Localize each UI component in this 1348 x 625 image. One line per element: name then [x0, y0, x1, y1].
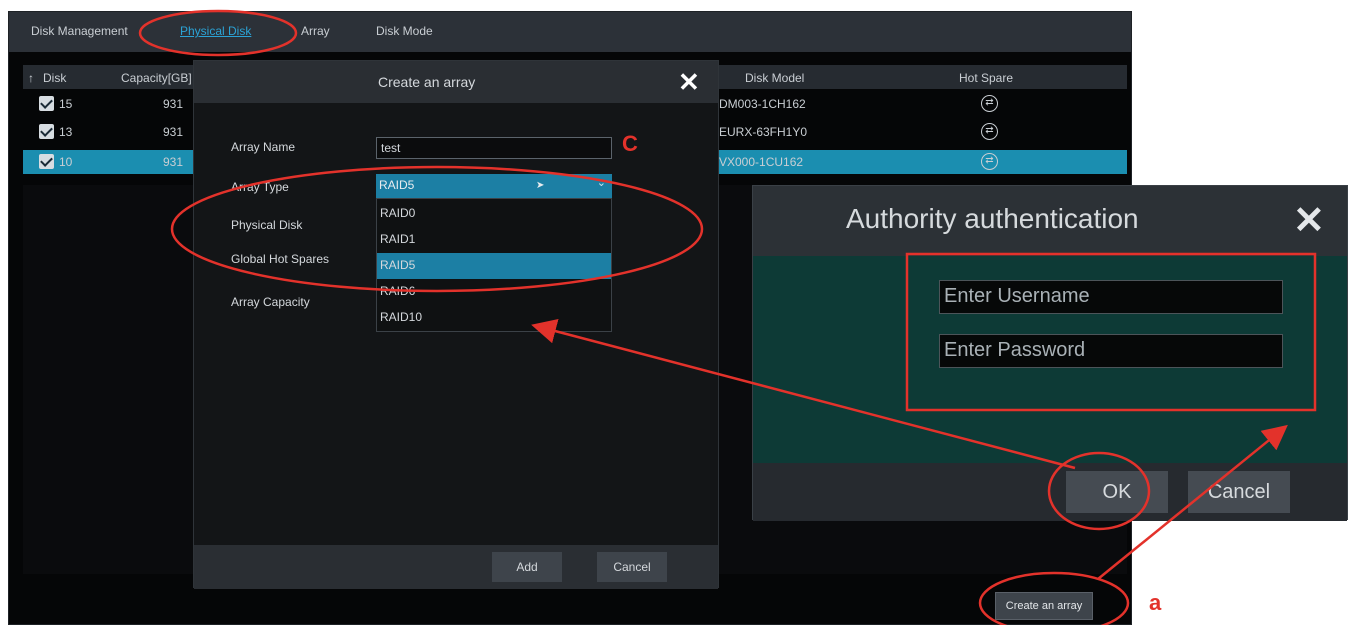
circle-physical-disk-tab: [138, 9, 298, 57]
circle-create-button: [978, 571, 1130, 625]
annotation-label-a: a: [1149, 590, 1162, 615]
arrow-to-dropdown: [531, 319, 1076, 470]
box-credentials: [905, 252, 1317, 412]
circle-array-fields: [170, 165, 704, 293]
arrow-to-auth: [1097, 424, 1288, 580]
annotation-overlay: [138, 9, 1317, 625]
annotation-label-c: C: [622, 131, 638, 156]
